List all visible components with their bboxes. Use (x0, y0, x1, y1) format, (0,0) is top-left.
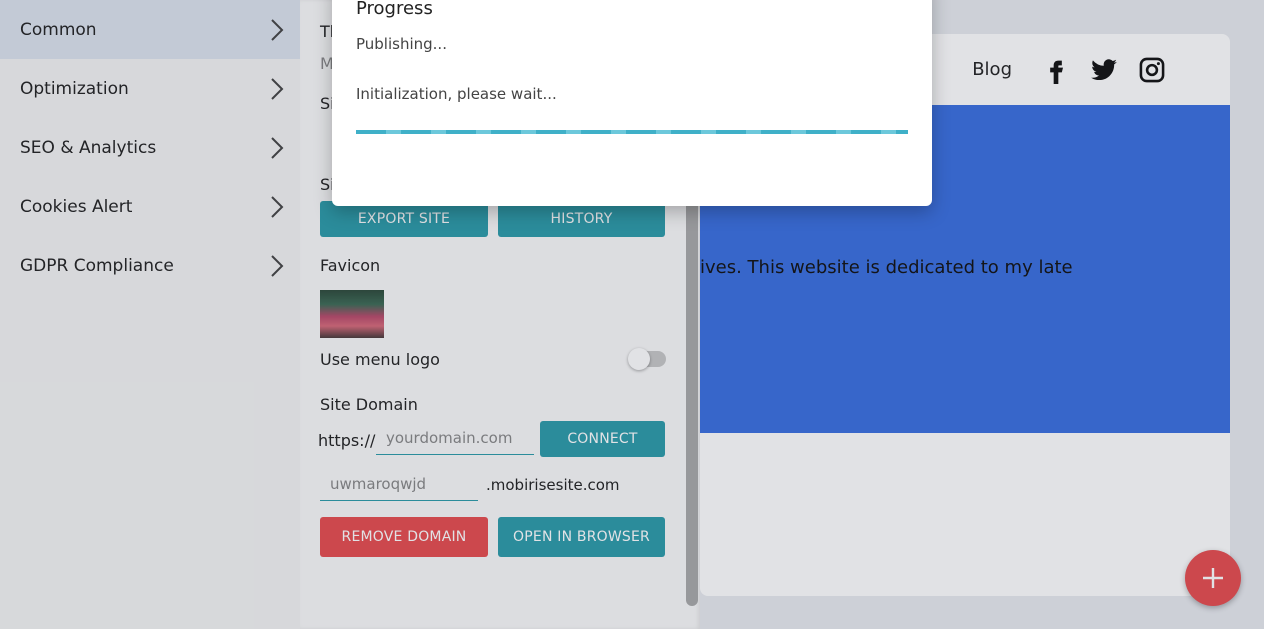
dialog-message: Initialization, please wait... (356, 85, 557, 103)
progress-bar (356, 130, 908, 134)
dialog-title: Progress (356, 0, 433, 19)
dialog-status: Publishing... (356, 35, 447, 53)
progress-dialog: Progress Publishing... Initialization, p… (332, 0, 932, 206)
